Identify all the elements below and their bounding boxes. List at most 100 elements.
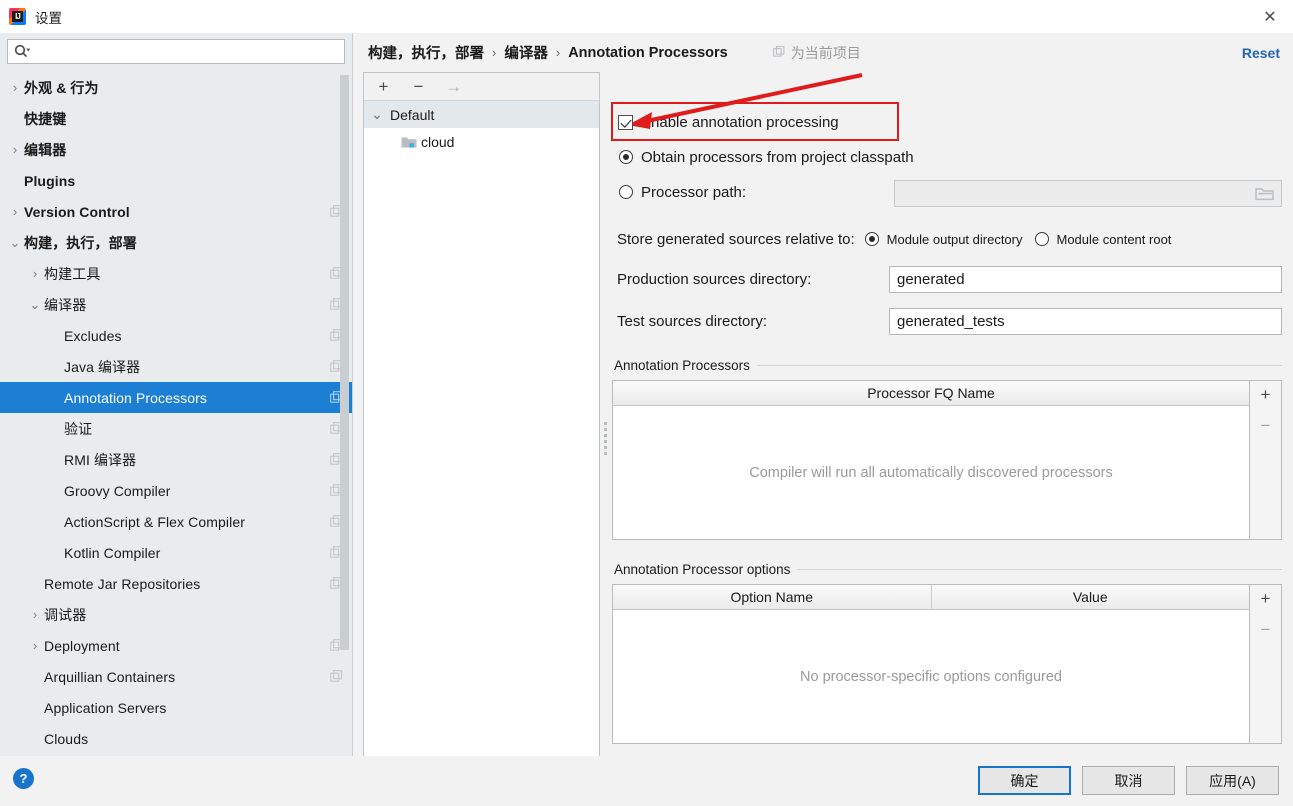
chevron-right-icon[interactable]: › [6,204,24,219]
module-item-label: cloud [421,133,455,150]
processors-table-wrap: Processor FQ Name Compiler will run all … [612,380,1282,540]
sidebar-item-groovy-compiler[interactable]: ›Groovy Compiler [0,475,352,506]
sidebar-item-label: 调试器 [44,606,87,623]
column-header-value[interactable]: Value [930,585,1250,609]
project-scope-tag: 为当前项目 [772,43,861,63]
module-content-root-option[interactable]: Module content root [1034,232,1171,247]
module-item-row[interactable]: cloud [364,128,599,155]
sidebar-item-label: 构建，执行，部署 [24,234,137,251]
sidebar-item-rmi[interactable]: ›RMI 编译器 [0,444,352,475]
sidebar-item-[interactable]: › 编辑器 [0,134,352,165]
sidebar-item-deployment[interactable]: › Deployment [0,630,352,661]
options-table-empty-text: No processor-specific options configured [800,668,1062,685]
chevron-right-icon[interactable]: › [26,607,44,622]
enable-annotation-processing-row[interactable]: Enable annotation processing [612,109,1282,135]
breadcrumb-item-0[interactable]: 构建，执行，部署 [368,42,484,63]
sidebar-item-[interactable]: ⌄ 构建，执行，部署 [0,227,352,258]
module-output-directory-radio[interactable] [864,232,879,246]
window-title: 设置 [35,10,62,26]
module-toolbar: + − → [364,73,599,101]
chevron-down-icon[interactable]: ⌄ [6,235,24,251]
add-profile-button[interactable]: + [375,78,392,95]
obtain-from-classpath-radio[interactable] [619,150,633,164]
sidebar-item-kotlin-compiler[interactable]: ›Kotlin Compiler [0,537,352,568]
sidebar-item-annotation-processors[interactable]: ›Annotation Processors [0,382,352,413]
chevron-down-icon[interactable]: ⌄ [26,297,44,313]
sidebar-item-clouds[interactable]: ›Clouds [0,723,352,754]
sidebar-item-[interactable]: › 构建工具 [0,258,352,289]
sidebar-item-application-servers[interactable]: ›Application Servers [0,692,352,723]
test-sources-input[interactable] [889,308,1282,335]
dialog-button-group: 确定 取消 应用(A) [978,766,1279,795]
chevron-right-icon[interactable]: › [6,80,24,95]
sidebar-item-[interactable]: › 调试器 [0,599,352,630]
search-box[interactable] [7,39,345,64]
profile-group-row[interactable]: ⌄ Default [364,101,599,128]
annotation-processors-section: Annotation Processors Processor FQ Name … [612,358,1282,540]
sidebar-item-[interactable]: ⌄ 编译器 [0,289,352,320]
chevron-right-icon[interactable]: › [26,266,44,281]
production-sources-input[interactable] [889,266,1282,293]
enable-annotation-processing-checkbox[interactable] [618,114,633,130]
close-icon[interactable]: ✕ [1247,0,1293,33]
options-table-buttons: + − [1250,584,1282,744]
cancel-button[interactable]: 取消 [1082,766,1175,795]
sidebar-item-label: Annotation Processors [64,389,207,406]
processor-path-radio[interactable] [619,185,633,199]
dialog-footer: ? 确定 取消 应用(A) [0,756,1293,806]
sidebar-item-label: Java 编译器 [64,358,141,375]
options-table-header: Option Name Value [613,585,1249,610]
sidebar-scrollbar[interactable] [340,75,349,655]
sidebar-item-[interactable]: ›验证 [0,413,352,444]
column-header-option-name[interactable]: Option Name [613,585,931,609]
breadcrumb-item-1[interactable]: 编译器 [504,42,548,63]
sidebar-item-actionscript-flex-compiler[interactable]: ›ActionScript & Flex Compiler [0,506,352,537]
apply-button[interactable]: 应用(A) [1186,766,1279,795]
add-option-button[interactable]: + [1261,590,1271,607]
folder-browse-icon[interactable] [1255,186,1274,202]
chevron-down-icon[interactable]: ⌄ [364,106,390,123]
sidebar-item-label: 验证 [64,420,93,437]
module-content-root-radio[interactable] [1034,232,1049,246]
sidebar-item-label: 构建工具 [44,265,101,282]
store-sources-relative-label: Store generated sources relative to: [617,230,855,248]
remove-option-button[interactable]: − [1261,621,1271,638]
sidebar-item-arquillian-containers[interactable]: ›Arquillian Containers [0,661,352,692]
processors-table[interactable]: Processor FQ Name Compiler will run all … [612,380,1250,540]
sidebar-item-plugins[interactable]: ›Plugins [0,165,352,196]
sidebar-item-label: Plugins [24,172,76,189]
sidebar-item-excludes[interactable]: ›Excludes [0,320,352,351]
reset-link[interactable]: Reset [1242,45,1280,61]
processor-path-input[interactable] [894,180,1282,207]
column-header-processor-fq-name[interactable]: Processor FQ Name [613,381,1249,405]
sidebar-item-java[interactable]: ›Java 编译器 [0,351,352,382]
copy-scope-icon [772,46,785,57]
sidebar-item-remote-jar-repositories[interactable]: ›Remote Jar Repositories [0,568,352,599]
sidebar-item-version-control[interactable]: › Version Control [0,196,352,227]
sidebar-item-[interactable]: › 外观 & 行为 [0,72,352,103]
remove-profile-button[interactable]: − [410,78,427,95]
add-processor-button[interactable]: + [1261,386,1271,403]
chevron-right-icon[interactable]: › [26,638,44,653]
sidebar-item-label: Kotlin Compiler [64,544,161,561]
options-table-wrap: Option Name Value No processor-specific … [612,584,1282,744]
processor-options-section: Annotation Processor options Option Name… [612,562,1282,744]
sidebar-item-[interactable]: ›快捷键 [0,103,352,134]
sidebar-scrollbar-thumb[interactable] [340,75,349,650]
sidebar-item-label: 编译器 [44,296,87,313]
panel-splitter-handle[interactable] [601,413,609,463]
options-table[interactable]: Option Name Value No processor-specific … [612,584,1250,744]
remove-processor-button[interactable]: − [1261,417,1271,434]
obtain-from-classpath-row[interactable]: Obtain processors from project classpath [612,144,1282,170]
ok-button[interactable]: 确定 [978,766,1071,795]
chevron-right-icon: › [555,45,561,60]
processors-table-empty-text: Compiler will run all automatically disc… [749,464,1113,481]
module-output-directory-option[interactable]: Module output directory [864,232,1023,247]
help-icon[interactable]: ? [13,768,34,789]
settings-tree: ›外观 & 行为›快捷键›编辑器›Plugins›Version Control… [0,72,352,756]
search-container [0,33,352,69]
search-input[interactable] [34,40,338,63]
move-to-profile-button[interactable]: → [445,78,462,95]
chevron-right-icon[interactable]: › [6,142,24,157]
processors-table-buttons: + − [1250,380,1282,540]
